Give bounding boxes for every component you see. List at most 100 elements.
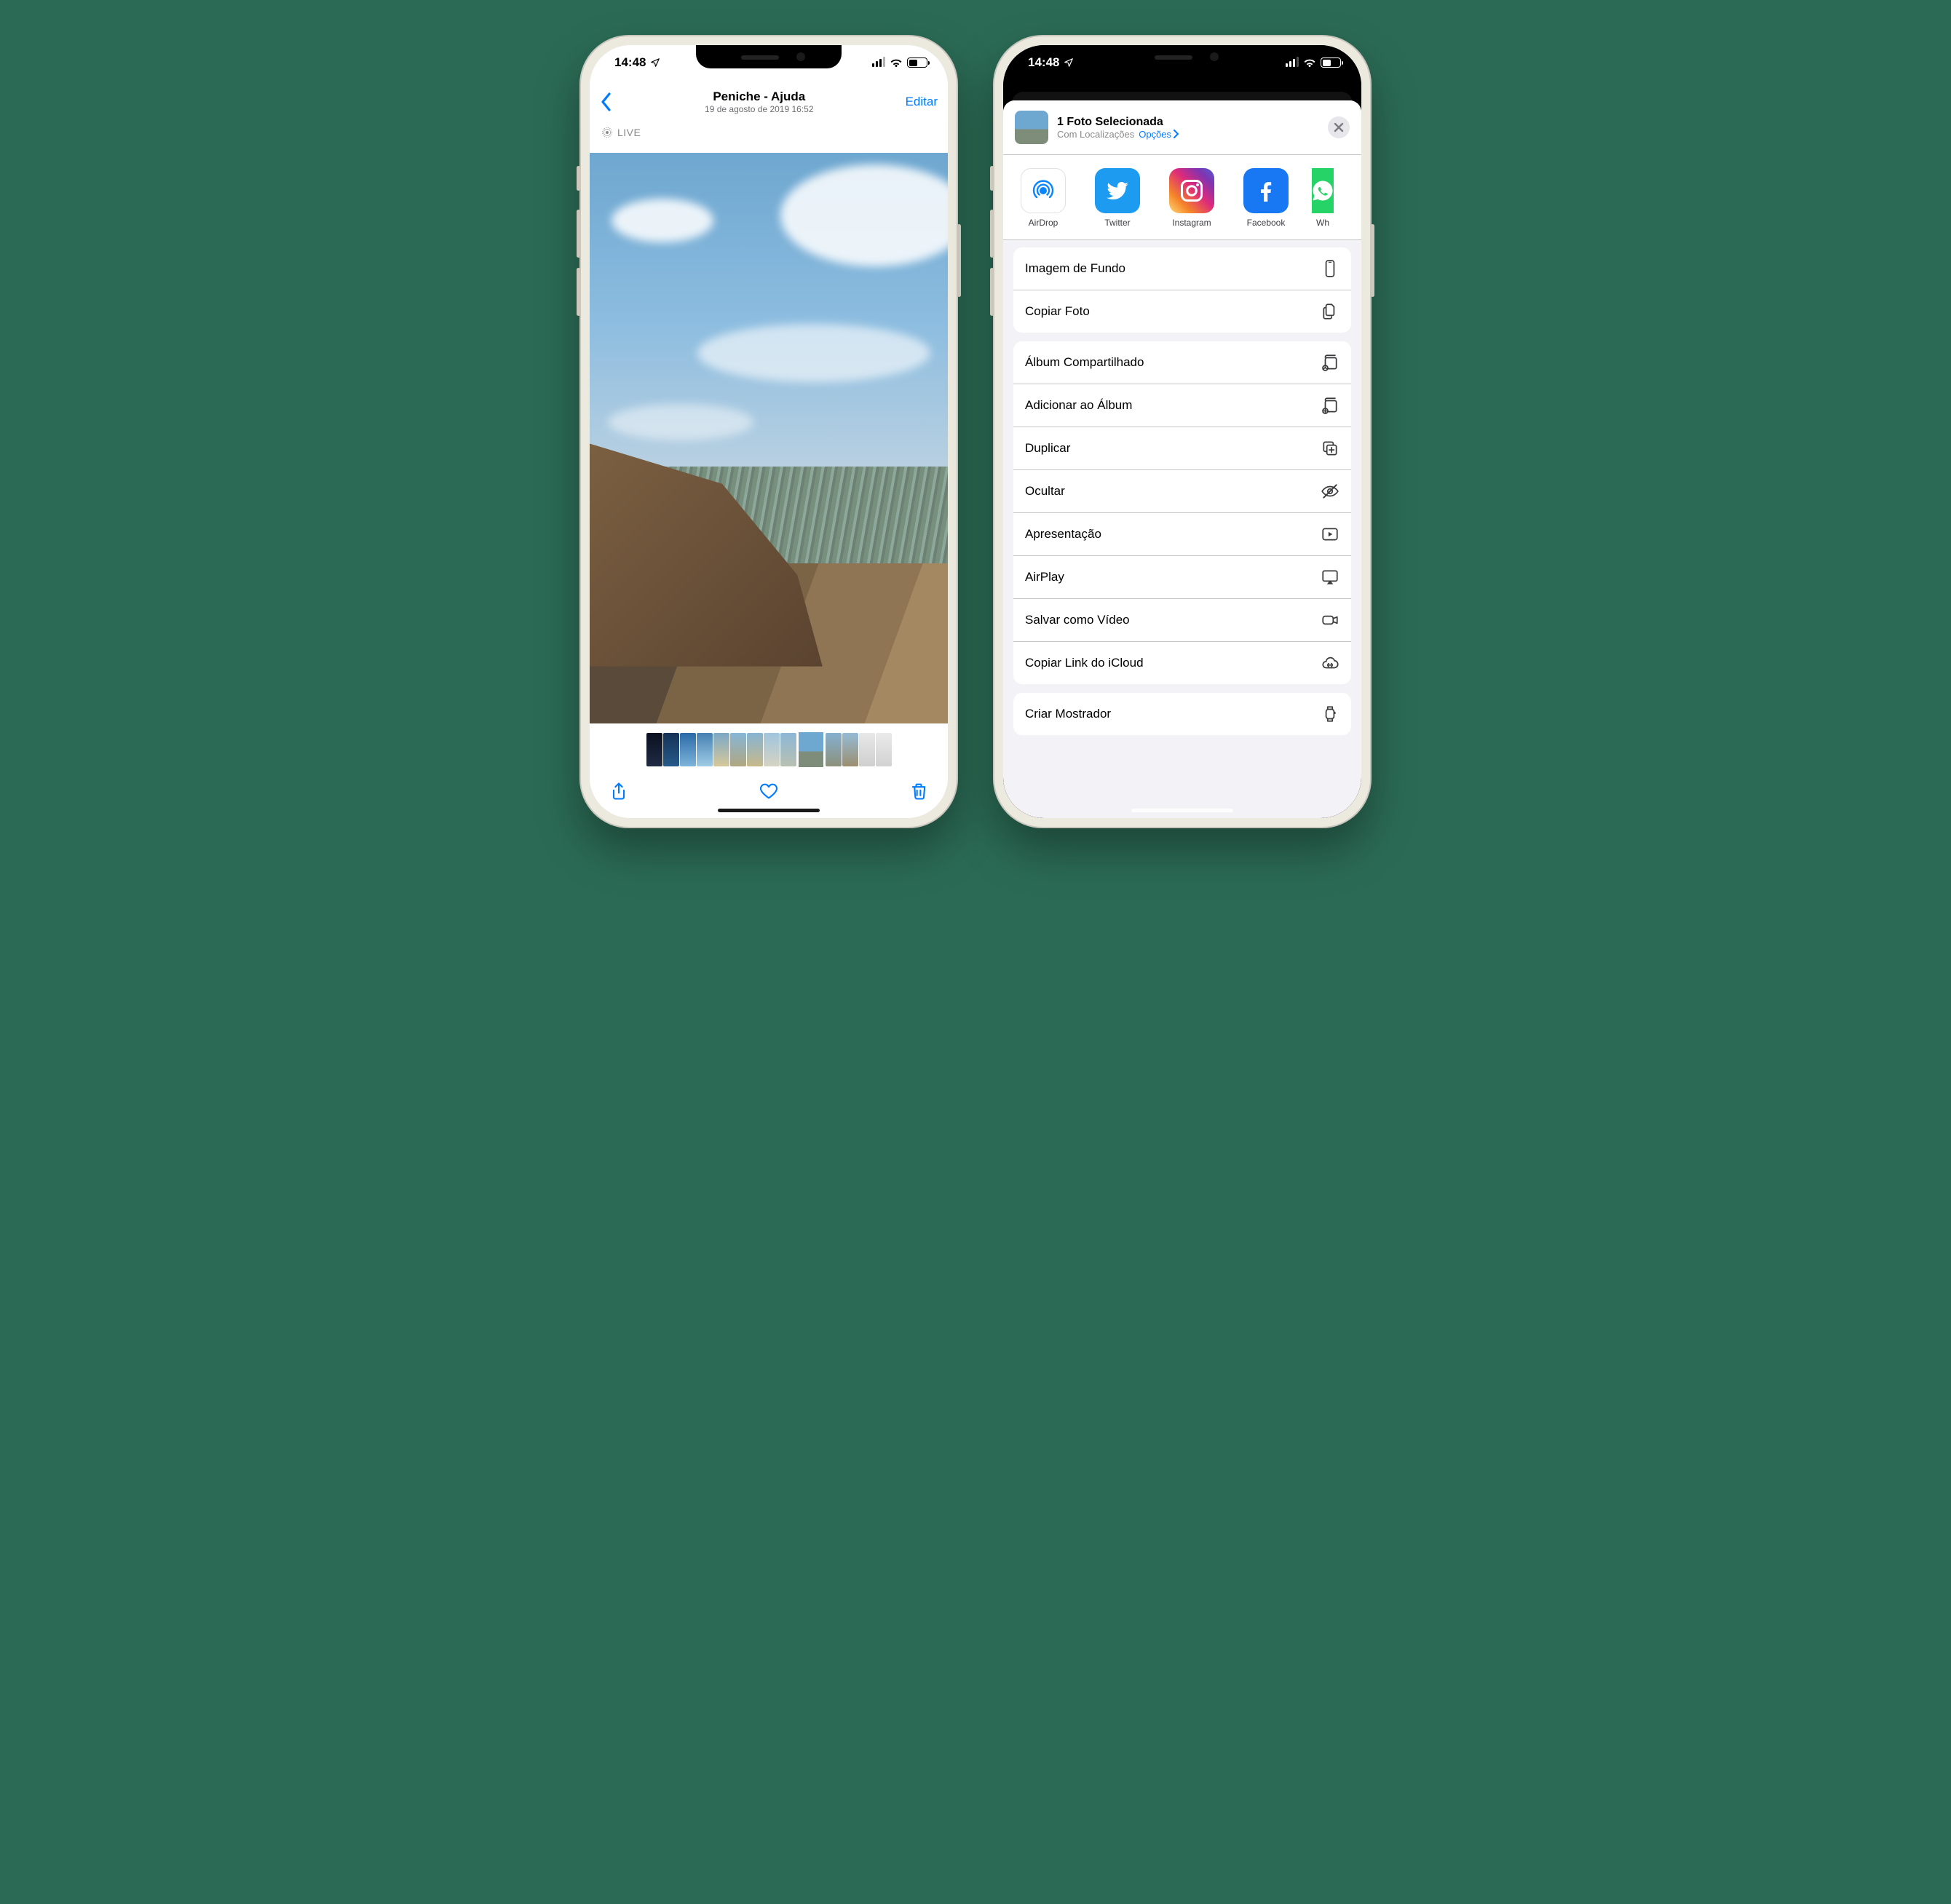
action-label: Copiar Link do iCloud <box>1025 656 1144 670</box>
icloud-link-icon <box>1321 654 1339 673</box>
app-airdrop[interactable]: AirDrop <box>1015 168 1072 228</box>
location-icon <box>1064 57 1074 68</box>
action-duplicate[interactable]: Duplicar <box>1013 427 1351 469</box>
device-right: 14:48 1 Foto Selecionada Com Localizaçõe… <box>993 35 1372 828</box>
action-wallpaper[interactable]: Imagem de Fundo <box>1013 247 1351 290</box>
action-airplay[interactable]: AirPlay <box>1013 555 1351 598</box>
thumbnail[interactable] <box>680 733 696 766</box>
close-button[interactable] <box>1328 116 1350 138</box>
thumbnail-selected[interactable] <box>797 731 825 769</box>
thumbnail[interactable] <box>876 733 892 766</box>
app-instagram[interactable]: Instagram <box>1163 168 1220 228</box>
nav-title: Peniche - Ajuda <box>613 90 906 104</box>
home-indicator[interactable] <box>1131 809 1233 812</box>
chevron-right-icon <box>1173 130 1180 138</box>
action-slideshow[interactable]: Apresentação <box>1013 512 1351 555</box>
location-icon <box>650 57 660 68</box>
share-icon[interactable] <box>609 781 629 801</box>
battery-icon <box>907 57 927 68</box>
action-group-1: Imagem de Fundo Copiar Foto <box>1013 247 1351 333</box>
airdrop-icon <box>1029 176 1058 205</box>
thumbnail[interactable] <box>826 733 842 766</box>
live-badge: LIVE <box>601 127 641 138</box>
app-label: AirDrop <box>1029 218 1058 228</box>
action-label: Criar Mostrador <box>1025 707 1111 721</box>
device-left: 14:48 Peniche - Ajuda 19 de agosto de 20… <box>579 35 958 828</box>
action-label: Salvar como Vídeo <box>1025 613 1130 627</box>
action-group-2: Álbum Compartilhado Adicionar ao Álbum D… <box>1013 341 1351 684</box>
action-label: AirPlay <box>1025 570 1064 584</box>
action-group-3: Criar Mostrador <box>1013 693 1351 735</box>
app-label: Instagram <box>1172 218 1211 228</box>
airplay-icon <box>1321 568 1339 587</box>
battery-icon <box>1321 57 1341 68</box>
thumbnail[interactable] <box>646 733 662 766</box>
app-label: Facebook <box>1247 218 1286 228</box>
shared-album-icon <box>1321 353 1339 372</box>
iphone-icon <box>1321 259 1339 278</box>
action-label: Apresentação <box>1025 527 1101 542</box>
cellular-icon <box>1286 58 1299 67</box>
thumbnail[interactable] <box>713 733 729 766</box>
home-indicator[interactable] <box>718 809 820 812</box>
thumbnail[interactable] <box>663 733 679 766</box>
photo-content[interactable] <box>590 153 948 723</box>
cellular-icon <box>872 58 885 67</box>
close-icon <box>1334 122 1344 132</box>
thumbnail[interactable] <box>697 733 713 766</box>
share-sheet: 1 Foto Selecionada Com Localizações Opçõ… <box>1003 100 1361 818</box>
status-time: 14:48 <box>614 55 646 70</box>
action-create-watch-face[interactable]: Criar Mostrador <box>1013 693 1351 735</box>
nav-bar: Peniche - Ajuda 19 de agosto de 2019 16:… <box>590 80 948 124</box>
whatsapp-icon <box>1312 178 1334 204</box>
options-label: Opções <box>1139 129 1171 140</box>
action-hide[interactable]: Ocultar <box>1013 469 1351 512</box>
thumbnail[interactable] <box>780 733 796 766</box>
duplicate-icon <box>1321 439 1339 458</box>
app-facebook[interactable]: Facebook <box>1238 168 1294 228</box>
eye-slash-icon <box>1321 482 1339 501</box>
share-subtitle: Com Localizações <box>1057 129 1134 140</box>
live-icon <box>601 127 613 138</box>
app-label: Twitter <box>1104 218 1130 228</box>
status-time: 14:48 <box>1028 55 1059 70</box>
facebook-icon <box>1253 178 1279 204</box>
app-label: Wh <box>1316 218 1329 228</box>
twitter-icon <box>1104 178 1131 204</box>
trash-icon[interactable] <box>909 781 929 801</box>
thumbnail[interactable] <box>764 733 780 766</box>
action-shared-album[interactable]: Álbum Compartilhado <box>1013 341 1351 384</box>
action-label: Álbum Compartilhado <box>1025 355 1144 370</box>
nav-subtitle: 19 de agosto de 2019 16:52 <box>613 104 906 114</box>
action-save-video[interactable]: Salvar como Vídeo <box>1013 598 1351 641</box>
action-label: Adicionar ao Álbum <box>1025 398 1132 413</box>
app-twitter[interactable]: Twitter <box>1089 168 1146 228</box>
header-thumbnail <box>1015 111 1048 144</box>
back-button[interactable] <box>600 92 613 112</box>
options-button[interactable]: Opções <box>1139 129 1180 140</box>
share-apps-row[interactable]: AirDrop Twitter Instagram <box>1003 155 1361 240</box>
thumbnail[interactable] <box>859 733 875 766</box>
thumbnail-strip[interactable] <box>590 729 948 770</box>
share-actions[interactable]: Imagem de Fundo Copiar Foto Álbum Compar… <box>1003 240 1361 757</box>
heart-icon[interactable] <box>759 781 779 801</box>
thumbnail[interactable] <box>842 733 858 766</box>
live-label: LIVE <box>617 127 641 138</box>
thumbnail[interactable] <box>747 733 763 766</box>
thumbnail[interactable] <box>730 733 746 766</box>
edit-button[interactable]: Editar <box>906 95 938 109</box>
wifi-icon <box>1303 57 1316 68</box>
video-icon <box>1321 611 1339 630</box>
action-add-to-album[interactable]: Adicionar ao Álbum <box>1013 384 1351 427</box>
chevron-left-icon <box>600 92 613 112</box>
action-copy-photo[interactable]: Copiar Foto <box>1013 290 1351 333</box>
applewatch-icon <box>1321 705 1339 723</box>
action-label: Copiar Foto <box>1025 304 1090 319</box>
app-whatsapp[interactable]: Wh <box>1312 168 1334 228</box>
instagram-icon <box>1179 178 1205 204</box>
share-title: 1 Foto Selecionada <box>1057 116 1319 129</box>
action-icloud-link[interactable]: Copiar Link do iCloud <box>1013 641 1351 684</box>
wifi-icon <box>890 57 903 68</box>
add-album-icon <box>1321 396 1339 415</box>
action-label: Imagem de Fundo <box>1025 261 1125 276</box>
